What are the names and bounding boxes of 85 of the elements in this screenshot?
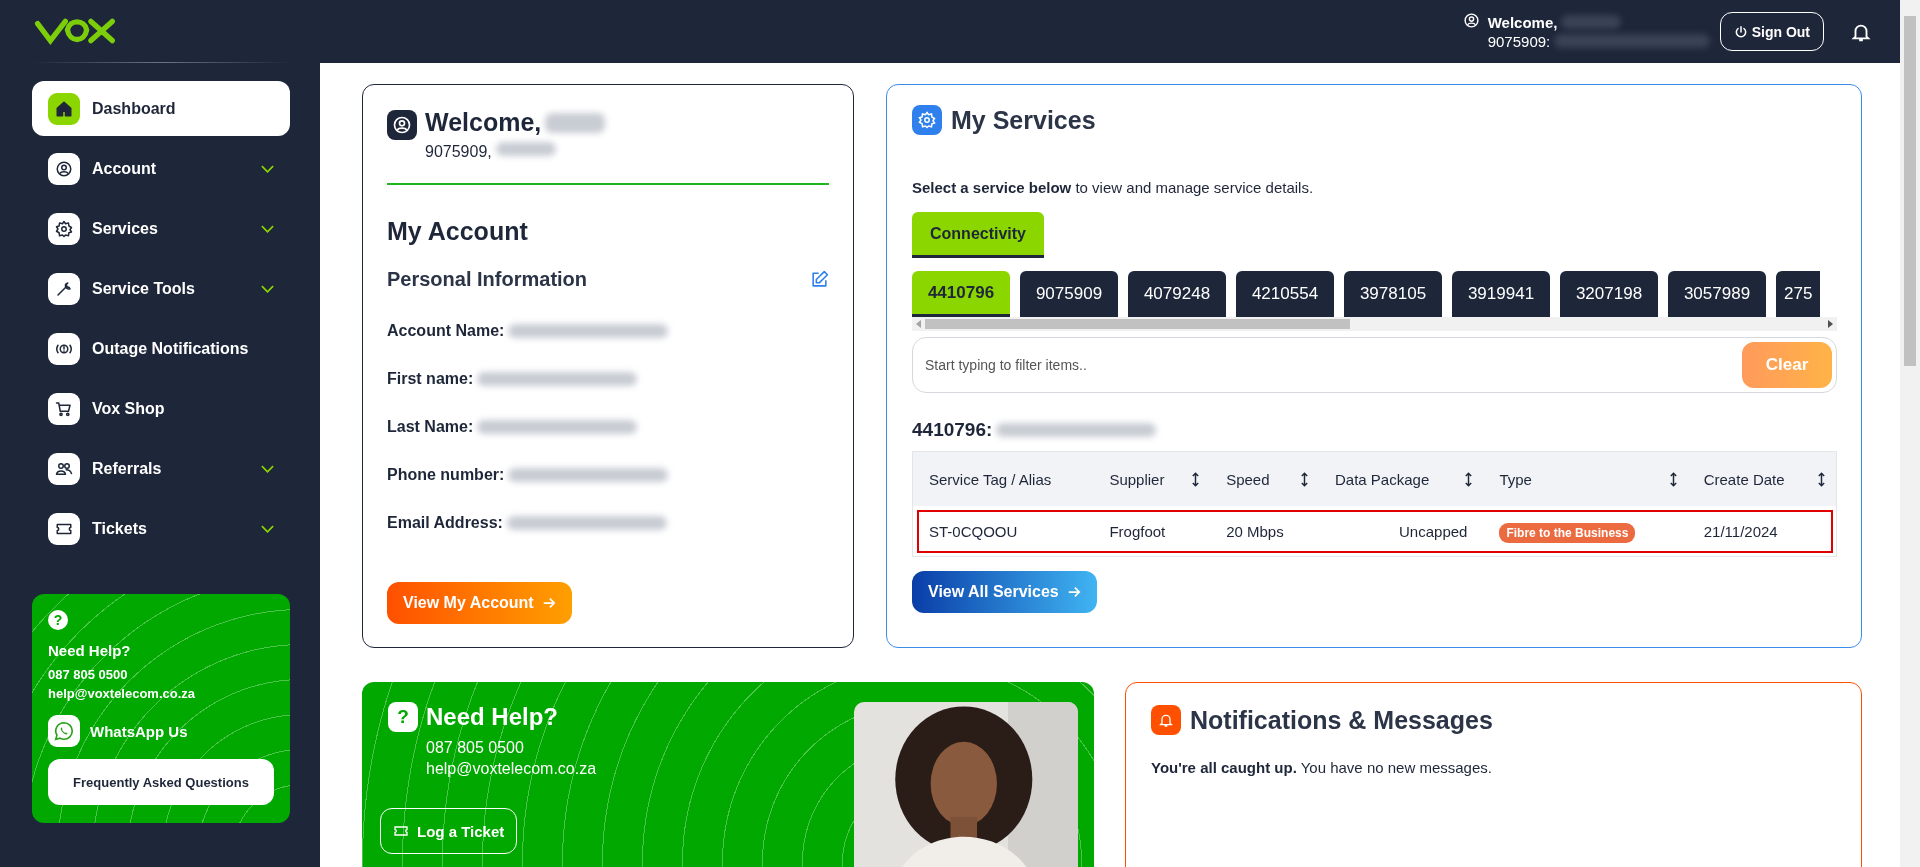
category-tab[interactable]: Connectivity: [912, 212, 1044, 258]
column-header[interactable]: Data Package: [1319, 451, 1484, 506]
sidebar-item[interactable]: Services: [32, 201, 290, 256]
sidebar-item[interactable]: Service Tools: [32, 261, 290, 316]
gear-icon: [55, 219, 73, 238]
account-tab[interactable]: 9075909: [1020, 271, 1118, 317]
sort-icon: [1668, 471, 1678, 487]
help-icon: ?: [388, 702, 418, 732]
table-cell: 20 Mbps: [1226, 522, 1284, 540]
account-number: 9075909,: [425, 143, 492, 161]
table-cell: ST-0CQOOU: [929, 522, 1018, 540]
table-cell: Frogfoot: [1109, 522, 1166, 540]
ticket-icon: [393, 823, 409, 839]
wrench-icon: [55, 279, 73, 298]
account-tab[interactable]: 4210554: [1236, 271, 1334, 317]
section-subheading: Personal Information: [387, 268, 588, 291]
blurred-text: [495, 142, 556, 156]
sidebar-item[interactable]: Tickets: [32, 501, 290, 556]
table-cell: Uncapped: [1399, 522, 1468, 540]
home-icon: [55, 99, 73, 118]
field-label: First name:: [387, 370, 474, 388]
help-icon: ?: [48, 610, 68, 630]
intro-text: Select a service below to view and manage service details.: [912, 179, 1315, 196]
field-label: Last Name:: [387, 418, 474, 436]
account-tab[interactable]: 4079248: [1128, 271, 1226, 317]
card-title: Notifications & Messages: [1190, 705, 1493, 735]
welcome-title: Welcome,: [425, 108, 542, 137]
edit-icon[interactable]: [810, 270, 829, 289]
sort-icon: [1191, 471, 1201, 487]
horizontal-scrollbar[interactable]: [912, 317, 1837, 331]
help-title: Need Help?: [426, 703, 559, 731]
sidebar-item[interactable]: Dashboard: [32, 81, 290, 136]
faq-button[interactable]: Frequently Asked Questions: [48, 759, 274, 805]
column-header[interactable]: Type: [1483, 451, 1688, 506]
type-badge: Fibre to the Business: [1499, 522, 1636, 543]
field-label: Account Name:: [387, 322, 505, 340]
chevron-down-icon: [261, 284, 274, 293]
sort-icon: [1300, 471, 1309, 487]
column-header[interactable]: Service Tag / Alias: [912, 451, 1094, 506]
account-number: 9075909:: [1487, 32, 1551, 50]
user-icon: [55, 159, 73, 178]
welcome-text: Welcome,: [1487, 13, 1558, 31]
chevron-down-icon: [261, 464, 274, 473]
sidebar-item[interactable]: Vox Shop: [32, 381, 290, 436]
blurred-text: [1561, 15, 1622, 29]
arrow-right-icon: [1066, 585, 1081, 599]
bell-icon: [1158, 712, 1174, 728]
chevron-down-icon: [261, 524, 274, 533]
user-icon: [392, 115, 412, 135]
chevron-down-icon: [261, 164, 274, 173]
vertical-scrollbar[interactable]: [1900, 0, 1920, 867]
column-header[interactable]: Create Date: [1687, 451, 1837, 506]
account-heading: 4410796:: [912, 419, 993, 441]
gear-icon: [918, 111, 936, 129]
cart-icon: [55, 399, 73, 418]
field-label: Email Address:: [387, 514, 503, 532]
account-tab[interactable]: 4410796: [912, 271, 1010, 317]
section-heading: My Account: [387, 217, 528, 246]
table-cell: 21/11/2024: [1703, 522, 1778, 540]
column-header[interactable]: Speed: [1210, 451, 1319, 506]
sort-icon: [1464, 471, 1474, 487]
phone-number: 087 805 0500: [48, 667, 128, 682]
phone-number: 087 805 0500: [426, 739, 524, 757]
help-title: Need Help?: [48, 642, 131, 659]
account-tab[interactable]: 3057989: [1668, 271, 1766, 317]
sidebar-item[interactable]: Referrals: [32, 441, 290, 496]
account-tab[interactable]: 3919941: [1452, 271, 1550, 317]
notification-message: You're all caught up. You have no new messages.: [1151, 759, 1493, 776]
view-services-button[interactable]: View All Services: [912, 571, 1097, 613]
blurred-text: [545, 112, 606, 133]
account-tab[interactable]: 275: [1776, 271, 1820, 317]
sort-icon: [1817, 471, 1826, 487]
whatsapp-icon: [53, 720, 75, 742]
sign-out-button[interactable]: Sign Out: [1719, 12, 1824, 51]
field-label: Phone number:: [387, 466, 505, 484]
account-tab[interactable]: 3207198: [1560, 271, 1658, 317]
arrow-right-icon: [541, 596, 556, 610]
column-header[interactable]: Supplier: [1093, 451, 1211, 506]
power-icon: [1733, 24, 1748, 39]
sidebar-item[interactable]: Account: [32, 141, 290, 196]
sidebar-item[interactable]: Outage Notifications: [32, 321, 290, 376]
card-title: My Services: [951, 105, 1096, 135]
chevron-down-icon: [261, 224, 274, 233]
user-icon: [1462, 12, 1480, 29]
account-tab[interactable]: 3978105: [1344, 271, 1442, 317]
